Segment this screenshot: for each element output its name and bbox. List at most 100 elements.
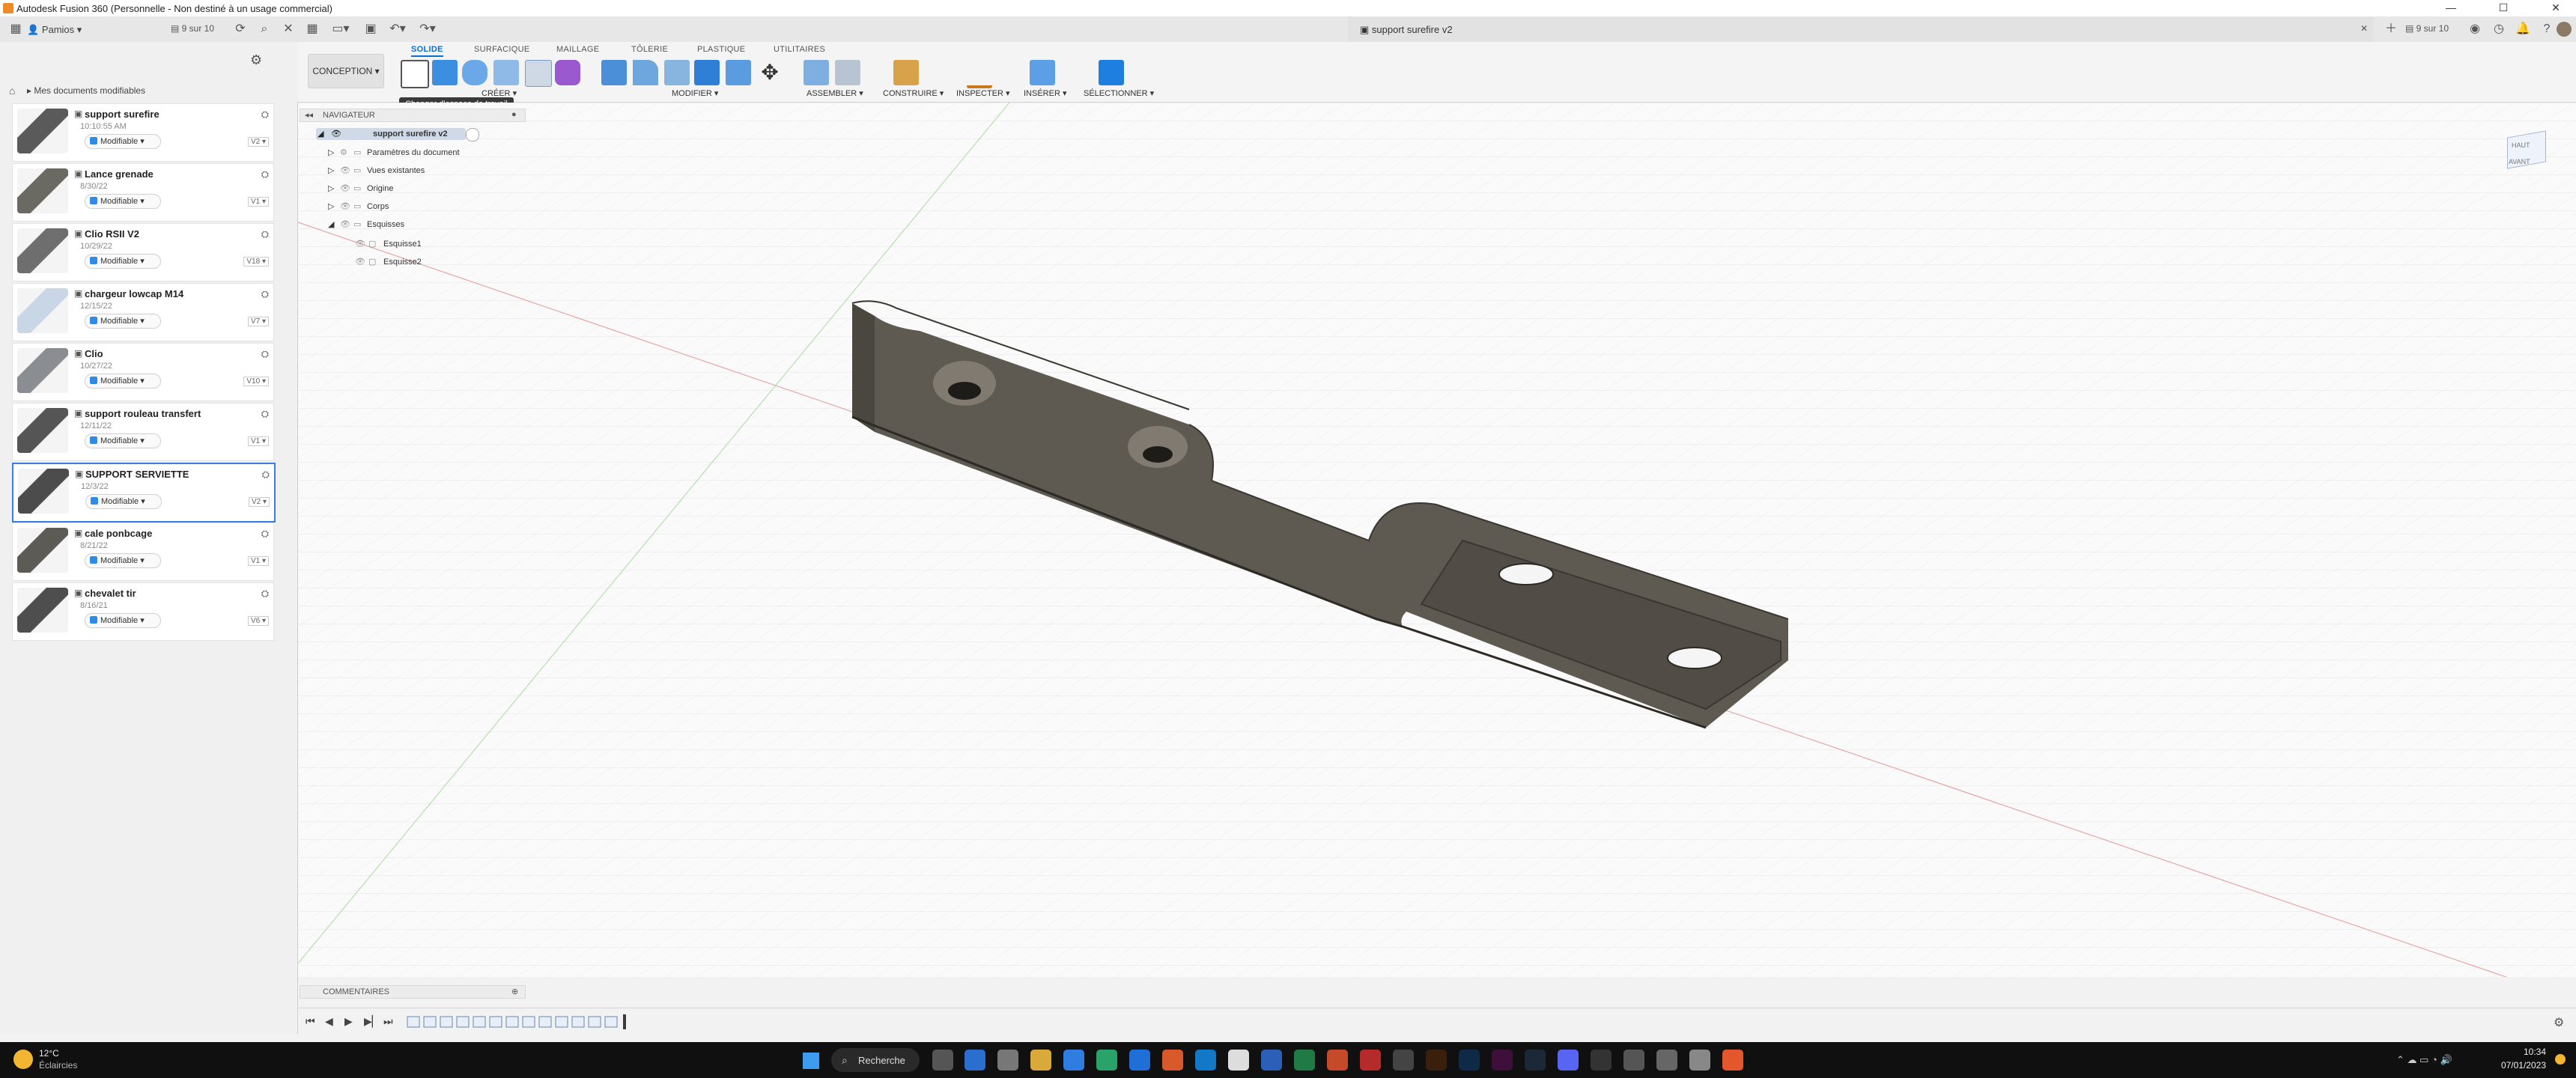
timeline-features[interactable] <box>406 1014 643 1029</box>
apps-grid-icon[interactable]: ▦ <box>4 18 27 40</box>
task-view-icon[interactable] <box>932 1050 953 1071</box>
sketch-node[interactable]: 👁 ▢ Esquisse2 <box>355 255 505 269</box>
measure-icon[interactable] <box>967 60 992 88</box>
joint-icon[interactable] <box>835 60 860 85</box>
version-badge[interactable]: V1 ▾ <box>247 556 269 566</box>
app-icon-10[interactable] <box>1689 1050 1710 1071</box>
extensions-icon[interactable]: ◉ <box>2464 18 2486 40</box>
press-pull-icon[interactable] <box>601 60 627 85</box>
share-icon[interactable]: ⛭ <box>261 528 269 540</box>
document-card[interactable]: ▣ Lance grenade 8/30/22 Modifiable ▾ ⛭ V1 ▾ <box>12 163 274 222</box>
visibility-icon[interactable]: 👁 <box>331 129 341 138</box>
breadcrumb[interactable]: ▸ Mes documents modifiables <box>27 85 145 96</box>
document-card[interactable]: ▣ chevalet tir 8/16/21 Modifiable ▾ ⛭ V6 ▾ <box>12 582 274 641</box>
status-badge[interactable]: Modifiable ▾ <box>85 314 161 329</box>
windows-start-icon[interactable] <box>803 1053 819 1069</box>
steam-icon[interactable] <box>1525 1050 1546 1071</box>
refresh-icon[interactable]: ⟳ <box>229 18 252 40</box>
share-icon[interactable]: ⛭ <box>261 408 269 420</box>
app-icon-2[interactable] <box>1129 1050 1150 1071</box>
version-badge[interactable]: V2 ▾ <box>247 137 269 147</box>
form-icon[interactable] <box>555 60 580 85</box>
app-icon-3[interactable] <box>1162 1050 1183 1071</box>
version-badge[interactable]: V1 ▾ <box>247 197 269 207</box>
expand-icon[interactable]: ◢ <box>328 219 334 229</box>
status-badge[interactable]: Modifiable ▾ <box>85 494 162 509</box>
version-badge[interactable]: V7 ▾ <box>247 317 269 326</box>
status-badge[interactable]: Modifiable ▾ <box>85 194 161 209</box>
document-card[interactable]: ▣ support surefire 10:10:55 AM Modifiable ▾… <box>12 103 274 162</box>
jobs-status-left[interactable]: ▤ 9 sur 10 <box>171 23 214 34</box>
jobs-status-right[interactable]: ▤ 9 sur 10 <box>2405 23 2449 34</box>
app-icon-6[interactable] <box>1393 1050 1414 1071</box>
powerpoint-icon[interactable] <box>1327 1050 1348 1071</box>
expand-icon[interactable]: ▷ <box>328 201 334 211</box>
discord-icon[interactable] <box>1558 1050 1579 1071</box>
expand-icon[interactable]: ▷ <box>328 183 334 193</box>
tab-utilitaires[interactable]: UTILITAIRES <box>774 45 825 54</box>
root-node[interactable]: ◢ 👁 support surefire v2 <box>316 128 466 140</box>
photoshop-icon[interactable] <box>1459 1050 1480 1071</box>
chrome-icon[interactable] <box>1096 1050 1117 1071</box>
document-card[interactable]: ▣ SUPPORT SERVIETTE 12/3/22 Modifiable ▾ ⛭ V2… <box>12 463 276 523</box>
notification-badge-icon[interactable] <box>2555 1054 2566 1065</box>
document-card[interactable]: ▣ cale ponbcage 8/21/22 Modifiable ▾ ⛭ V1 ▾ <box>12 523 274 581</box>
avatar[interactable] <box>2557 22 2572 37</box>
share-icon[interactable]: ⛭ <box>261 588 269 600</box>
illustrator-icon[interactable] <box>1426 1050 1447 1071</box>
version-badge[interactable]: V2 ▾ <box>248 497 270 507</box>
version-badge[interactable]: V1 ▾ <box>247 436 269 446</box>
document-tab[interactable]: ▣ support surefire v2 ✕ <box>1348 16 2374 42</box>
status-badge[interactable]: Modifiable ▾ <box>85 613 161 628</box>
file-menu-icon[interactable]: ▭▾ <box>329 18 352 40</box>
status-badge[interactable]: Modifiable ▾ <box>85 433 161 448</box>
sketch-node[interactable]: 👁 ▢ Esquisse1 <box>355 237 505 251</box>
viewport-canvas[interactable]: HAUT AVANT <box>298 103 2576 977</box>
share-icon[interactable]: ⛭ <box>261 288 269 300</box>
comments-panel[interactable]: COMMENTAIRES ⊕ <box>300 985 526 999</box>
app-icon-9[interactable] <box>1656 1050 1677 1071</box>
visibility-icon[interactable]: 👁 <box>340 219 350 229</box>
tab-plastique[interactable]: PLASTIQUE <box>697 45 745 54</box>
expand-icon[interactable]: ▷ <box>328 147 334 157</box>
document-card[interactable]: ▣ support rouleau transfert 12/11/22 Modifi… <box>12 403 274 461</box>
navigator-node[interactable]: ◢ 👁 ▭ Esquisses <box>328 218 508 231</box>
status-badge[interactable]: Modifiable ▾ <box>85 134 161 149</box>
close-panel-icon[interactable]: ✕ <box>277 18 300 40</box>
redo-icon[interactable]: ↷▾ <box>416 18 439 40</box>
tab-tolerie[interactable]: TÔLERIE <box>631 45 668 54</box>
version-badge[interactable]: V10 ▾ <box>243 377 269 386</box>
visibility-icon[interactable]: 👁 <box>340 183 350 193</box>
timeline-forward-icon[interactable]: ▶▏ <box>364 1015 380 1028</box>
version-badge[interactable]: V6 ▾ <box>247 616 269 626</box>
new-tab-icon[interactable]: ＋ <box>2380 18 2402 40</box>
status-badge[interactable]: Modifiable ▾ <box>85 553 161 568</box>
share-icon[interactable]: ⛭ <box>262 469 270 481</box>
word-icon[interactable] <box>1261 1050 1282 1071</box>
grid-menu-icon[interactable]: ▦ <box>301 18 323 40</box>
app-icon-4[interactable] <box>1228 1050 1249 1071</box>
create-sketch-icon[interactable] <box>401 60 429 88</box>
help-icon[interactable]: ? <box>2536 18 2558 40</box>
app-icon-7[interactable] <box>1591 1050 1611 1071</box>
fillet-icon[interactable] <box>633 60 658 85</box>
excel-icon[interactable] <box>1294 1050 1315 1071</box>
workspace-button[interactable]: CONCEPTION ▾ <box>308 54 384 88</box>
team-selector[interactable]: 👤 Pamios ▾ <box>27 24 82 36</box>
share-icon[interactable]: ⛭ <box>261 228 269 240</box>
app-icon-5[interactable] <box>1360 1050 1381 1071</box>
visibility-icon[interactable]: 👁 <box>355 257 365 267</box>
timeline-play-icon[interactable]: ▶ <box>344 1015 353 1028</box>
view-cube[interactable]: HAUT AVANT <box>2497 125 2557 177</box>
timeline-settings-icon[interactable]: ⚙ <box>2554 1015 2564 1030</box>
fusion-taskbar-icon[interactable] <box>1722 1050 1743 1071</box>
close-icon[interactable]: ✕ <box>2539 1 2573 15</box>
chamfer-icon[interactable] <box>664 60 690 85</box>
group-inspect[interactable]: INSPECTER ▾ <box>956 88 1010 98</box>
insert-image-icon[interactable] <box>1030 60 1055 85</box>
visibility-icon[interactable]: 👁 <box>355 239 365 249</box>
activate-radio[interactable] <box>466 128 479 141</box>
history-icon[interactable]: ◷ <box>2488 18 2510 40</box>
mail-icon[interactable] <box>1063 1050 1084 1071</box>
store-icon[interactable] <box>965 1050 985 1071</box>
